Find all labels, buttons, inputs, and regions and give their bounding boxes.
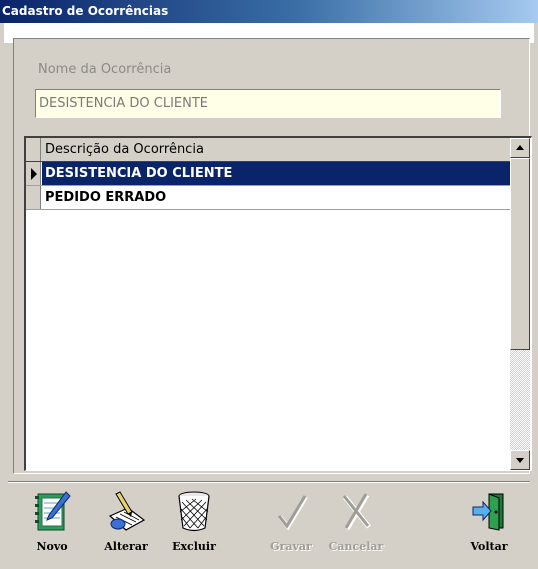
arrow-down-icon (516, 458, 524, 463)
vertical-scrollbar[interactable] (510, 138, 530, 470)
current-row-arrow-icon (31, 168, 37, 180)
trash-bin-icon (178, 491, 210, 532)
occurrence-name-field[interactable]: DESISTENCIA DO CLIENTE (35, 89, 501, 118)
row-description-cell[interactable]: PEDIDO ERRADO (42, 186, 510, 209)
gravar-button[interactable]: Gravar (262, 490, 320, 560)
toolbar-divider (8, 481, 530, 483)
indicator-column-header (26, 138, 41, 161)
arrow-up-icon (516, 145, 524, 150)
exit-door-icon (472, 493, 504, 531)
alterar-button[interactable]: Alterar (97, 490, 155, 560)
table-row[interactable]: PEDIDO ERRADO (26, 186, 510, 210)
novo-button[interactable]: Novo (23, 490, 81, 560)
row-indicator (26, 162, 41, 185)
scroll-down-button[interactable] (510, 450, 530, 470)
occurrences-grid[interactable]: Descrição da Ocorrência DESISTENCIA DO C… (24, 136, 532, 471)
voltar-label: Voltar (470, 540, 508, 553)
alterar-label: Alterar (104, 540, 148, 553)
scroll-up-button[interactable] (510, 138, 530, 158)
excluir-button[interactable]: Excluir (165, 490, 223, 560)
column-header-description[interactable]: Descrição da Ocorrência (42, 138, 510, 161)
grid-header: Descrição da Ocorrência (26, 138, 510, 162)
novo-label: Novo (36, 540, 68, 553)
app-window: Cadastro de Ocorrências Nome da Ocorrênc… (0, 0, 538, 569)
occurrence-name-label: Nome da Ocorrência (38, 62, 172, 77)
edit-document-icon (108, 491, 146, 531)
checkmark-icon (277, 495, 308, 531)
window-title: Cadastro de Ocorrências (2, 4, 169, 18)
notebook-pencil-icon (35, 491, 71, 531)
scroll-thumb[interactable] (510, 158, 530, 350)
row-description-cell[interactable]: DESISTENCIA DO CLIENTE (42, 162, 510, 185)
gravar-label: Gravar (270, 540, 312, 553)
cancelar-button[interactable]: Cancelar (327, 490, 385, 560)
voltar-button[interactable]: Voltar (460, 490, 518, 560)
excluir-label: Excluir (172, 540, 216, 553)
table-row[interactable]: DESISTENCIA DO CLIENTE (26, 162, 510, 186)
cross-icon (342, 493, 371, 531)
row-indicator (26, 186, 41, 209)
title-bar[interactable]: Cadastro de Ocorrências (0, 0, 538, 23)
cancelar-label: Cancelar (328, 540, 384, 553)
